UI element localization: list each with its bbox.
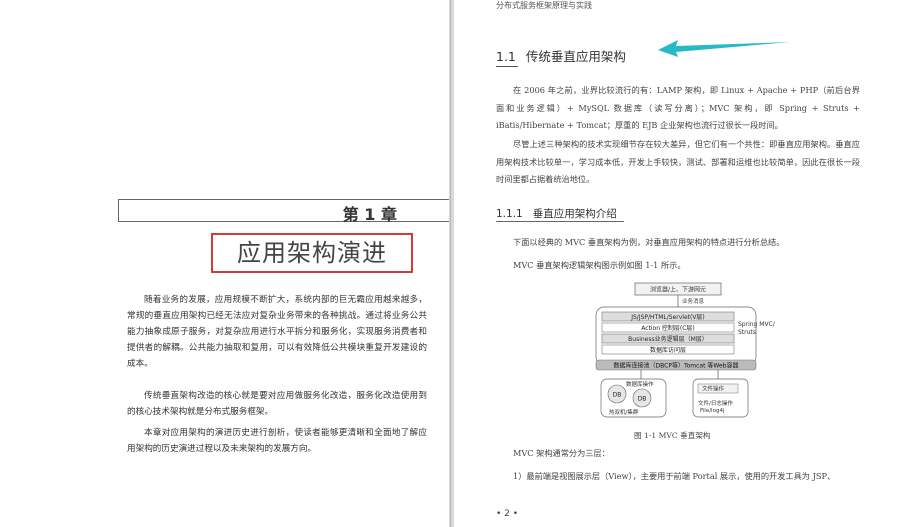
db1-label: DB (613, 392, 622, 399)
db-op-label: 数据库操作 (626, 380, 654, 388)
controller-layer-label: Action 控制层(C层) (641, 324, 695, 332)
file-log-label-2: File/log4j (700, 408, 725, 414)
body-paragraph-4: MVC 垂直架构逻辑架构图示例如图 1-1 所示。 (513, 260, 686, 270)
browser-label: 浏览器/上、下游网元 (650, 286, 706, 294)
right-page: 分布式服务框架原理与实践 1.1 传统垂直应用架构 在 2006 年之前，业界比较… (454, 0, 897, 527)
chapter-number: 第 1 章 (342, 205, 397, 224)
page-number: • 2 • (496, 509, 519, 519)
body-paragraph-1: 在 2006 年之前，业界比较流行的有：LAMP 架构，即 Linux + Ap… (496, 85, 860, 130)
container-bar-label: 数据库连接池（DBCP等）Tomcat 等Web容器 (614, 362, 739, 370)
view-layer-label: JS/JSP/HTML/Servlet(V层) (630, 314, 705, 321)
intro-paragraph-1: 随着业务的发展，应用规模不断扩大，系统内部的巨无霸应用越来越多，常规的垂直应用架… (127, 295, 427, 369)
annotation-arrow-icon (658, 40, 790, 57)
dao-layer-label: 数据库访问层 (650, 346, 686, 354)
body-paragraph-6: 1）最前端是视图展示层（View），主要用于前端 Portal 展示，使用的开发… (513, 471, 836, 481)
section-number: 1.1 (496, 49, 516, 64)
body-paragraph-2: 尽管上述三种架构的技术实现细节存在较大差异，但它们有一个共性：即垂直应用架构。垂… (496, 139, 860, 184)
running-header: 分布式服务框架原理与实践 (496, 1, 592, 10)
intro-paragraph-3: 本章对应用架构的演进历史进行剖析，使读者能够更清晰和全面地了解应用架构的历史演进… (127, 428, 427, 454)
chapter-number-bar: 第 1 章 (118, 199, 449, 224)
db-cluster-label: 热双机/集群 (609, 408, 639, 416)
section-title: 传统垂直应用架构 (525, 49, 626, 64)
left-page: 第 1 章 应用架构演进 随着业务的发展，应用规模不断扩大，系统内部的巨无霸应用… (0, 0, 449, 527)
section-heading: 1.1 传统垂直应用架构 (496, 46, 626, 65)
section-underline (496, 66, 518, 67)
model-layer-label: Business业务逻辑层（M层） (628, 335, 708, 343)
body-paragraph-5: MVC 架构通常分为三层： (513, 448, 610, 458)
figure-caption: 图 1-1 MVC 垂直架构 (634, 431, 711, 440)
subsection-heading: 1.1.1 垂直应用架构介绍 (496, 206, 617, 221)
file-log-label-1: 文件/日志操作 (698, 399, 733, 407)
subsection-title: 垂直应用架构介绍 (532, 208, 617, 220)
chapter-title: 应用架构演进 (211, 233, 413, 273)
framework-label-1: Spring MVC/ (738, 321, 776, 328)
mvc-architecture-diagram: 浏览器/上、下游网元 业务消息 JS/JSP/HTML/Servlet(V层) … (595, 282, 776, 418)
file-op-label: 文件操作 (702, 385, 725, 393)
body-paragraph-3: 下面以经典的 MVC 垂直架构为例，对垂直应用架构的特点进行分析总结。 (513, 237, 785, 247)
subsection-underline (496, 221, 624, 222)
intro-paragraph-2: 传统垂直架构改造的核心就是要对应用做服务化改造，服务化改造使用到的核心技术架构就… (127, 391, 427, 417)
db2-label: DB (638, 396, 647, 403)
business-message-label: 业务消息 (682, 297, 705, 305)
framework-label-2: Struts (738, 329, 756, 336)
subsection-number: 1.1.1 (496, 208, 523, 220)
